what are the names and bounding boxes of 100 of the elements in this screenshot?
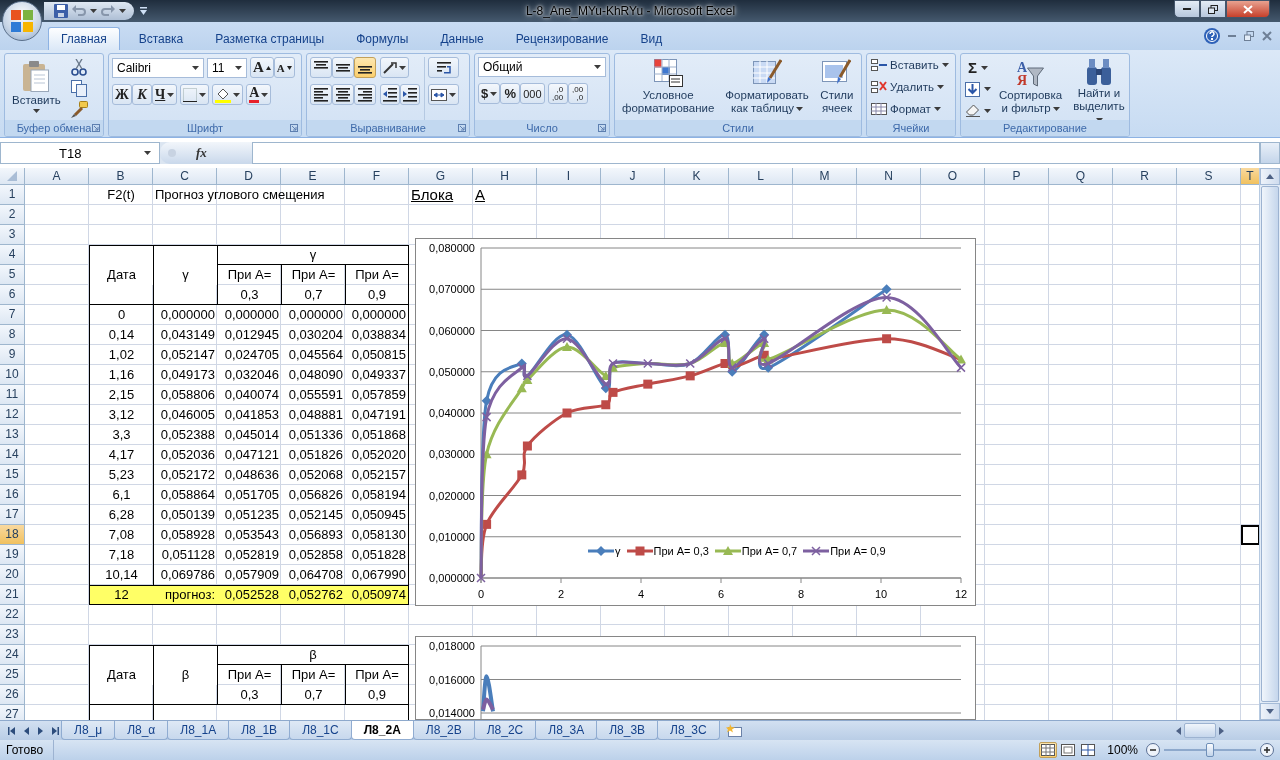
table-cell: 2,15	[89, 385, 153, 405]
table-cell-text: 0,000000	[223, 306, 280, 324]
table-cell: 0,057859	[345, 385, 409, 405]
table-cell-text: 0,051235	[223, 506, 280, 524]
table-cell-text: 0,047121	[223, 446, 280, 464]
table-cell-text: 0,051336	[287, 426, 344, 444]
axis-label: 10	[874, 588, 888, 600]
table-cell: 0,058130	[345, 525, 409, 545]
status-text: Готово	[0, 740, 55, 760]
table-cell-text: 0,048881	[287, 406, 344, 424]
legend-label: γ	[615, 545, 621, 557]
table-cell-text: F2(t)	[106, 186, 136, 204]
table-cell: β	[153, 665, 217, 685]
axis-label: 12	[954, 588, 968, 600]
table-cell: 0,052528	[217, 585, 281, 605]
table-cell: γ	[153, 265, 217, 285]
table-cell: 0,049173	[153, 365, 217, 385]
table-cell-text: 0,052068	[287, 466, 344, 484]
table-cell: 7,08	[89, 525, 153, 545]
table-cell-text: Прогноз углового смещения	[154, 186, 326, 204]
table-cell: 0,000000	[153, 305, 217, 325]
axis-label: 0,016000	[429, 673, 475, 686]
table-cell: При А=	[281, 665, 345, 685]
table-cell-text: 0,056893	[287, 526, 344, 544]
axis-label: 0,014000	[429, 707, 475, 719]
table-cell: 0,058864	[153, 485, 217, 505]
window-title: L-8_Ane_MYu-KhRYu - Microsoft Excel	[525, 4, 736, 18]
table-cell: 6,28	[89, 505, 153, 525]
table-cell: При А=	[281, 265, 345, 285]
table-cell: 0,000000	[345, 305, 409, 325]
table-cell-text: 0,045014	[223, 426, 280, 444]
axis-label: 0,040000	[429, 407, 475, 419]
table-cell-text: 0,032046	[223, 366, 280, 384]
legend-label: При А= 0,9	[830, 545, 886, 557]
table-cell: 0,052147	[153, 345, 217, 365]
table-cell-text: 0,057909	[223, 566, 280, 584]
table-cell: 0,9	[345, 685, 409, 705]
table-cell-text: 0,012945	[223, 326, 280, 344]
table-cell-text: 0,048090	[287, 366, 344, 384]
table-cell: 0,3	[217, 285, 281, 305]
legend-label: При А= 0,3	[653, 545, 709, 557]
table-cell: Дата	[89, 665, 153, 685]
table-cell: 0,3	[217, 685, 281, 705]
table-cell: β	[281, 645, 345, 665]
table-cell: 0,043149	[153, 325, 217, 345]
axis-label: 0,030000	[429, 448, 475, 461]
table-cell-text: 0,024705	[223, 346, 280, 364]
table-cell: 7,18	[89, 545, 153, 565]
table-cell: При А=	[217, 665, 281, 685]
table-cell-text: 0,051826	[287, 446, 344, 464]
axis-label: 2	[557, 588, 565, 600]
table-cell-text: Блока	[410, 185, 455, 205]
table-cell: прогноз:	[153, 585, 217, 605]
table-cell: 0,7	[281, 285, 345, 305]
table-cell: 0,052036	[153, 445, 217, 465]
table-cell-text: 0,052819	[223, 546, 280, 564]
axis-label: 0,018000	[429, 640, 475, 652]
table-cell: При А=	[345, 265, 409, 285]
table-cell-text: 0,000000	[287, 306, 344, 324]
table-cell-text: А	[474, 185, 486, 205]
table-cell: 0,058194	[345, 485, 409, 505]
group-label: Буфер обмена	[16, 122, 92, 134]
table-cell-text: 0,041853	[223, 406, 280, 424]
axis-label: 0,010000	[429, 530, 475, 543]
table-cell: 0,052020	[345, 445, 409, 465]
table-cell: 0,050945	[345, 505, 409, 525]
axis-label: 0,000000	[429, 572, 475, 584]
table-cell: 0,058806	[153, 385, 217, 405]
table-cell: 0,038834	[345, 325, 409, 345]
axis-label: 4	[637, 588, 645, 600]
axis-label: 0,020000	[429, 489, 475, 502]
table-cell: При А=	[217, 265, 281, 285]
axis-label: 0,060000	[429, 324, 475, 337]
table-cell-text: 0,051705	[223, 486, 280, 504]
table-cell: 0	[89, 305, 153, 325]
table-cell: 1,16	[89, 365, 153, 385]
table-cell: 3,12	[89, 405, 153, 425]
table-cell: 0,7	[281, 685, 345, 705]
group-label: Выравнивание	[350, 122, 426, 134]
group-label: Редактирование	[1003, 122, 1087, 134]
group-label: Число	[526, 122, 558, 134]
table-cell-text: 0,053543	[223, 526, 280, 544]
group-label: Ячейки	[892, 122, 930, 134]
table-cell: 4,17	[89, 445, 153, 465]
axis-label: 8	[797, 588, 805, 600]
table-cell: 0,052157	[345, 465, 409, 485]
table-cell: 0,046005	[153, 405, 217, 425]
table-cell: 0,047191	[345, 405, 409, 425]
table-cell-text: 0,030204	[287, 326, 344, 344]
table-cell-text: 0,064708	[287, 566, 344, 584]
table-cell-text: 0,052858	[287, 546, 344, 564]
axis-label: 6	[717, 588, 725, 600]
table-cell: 0,051828	[345, 545, 409, 565]
group-label: Шрифт	[186, 122, 224, 134]
table-cell: 0,9	[345, 285, 409, 305]
table-cell: 0,051868	[345, 425, 409, 445]
table-cell: 0,050815	[345, 345, 409, 365]
axis-label: 0,080000	[429, 242, 475, 254]
table-cell: 0,049337	[345, 365, 409, 385]
axis-label: 0,070000	[429, 283, 475, 296]
